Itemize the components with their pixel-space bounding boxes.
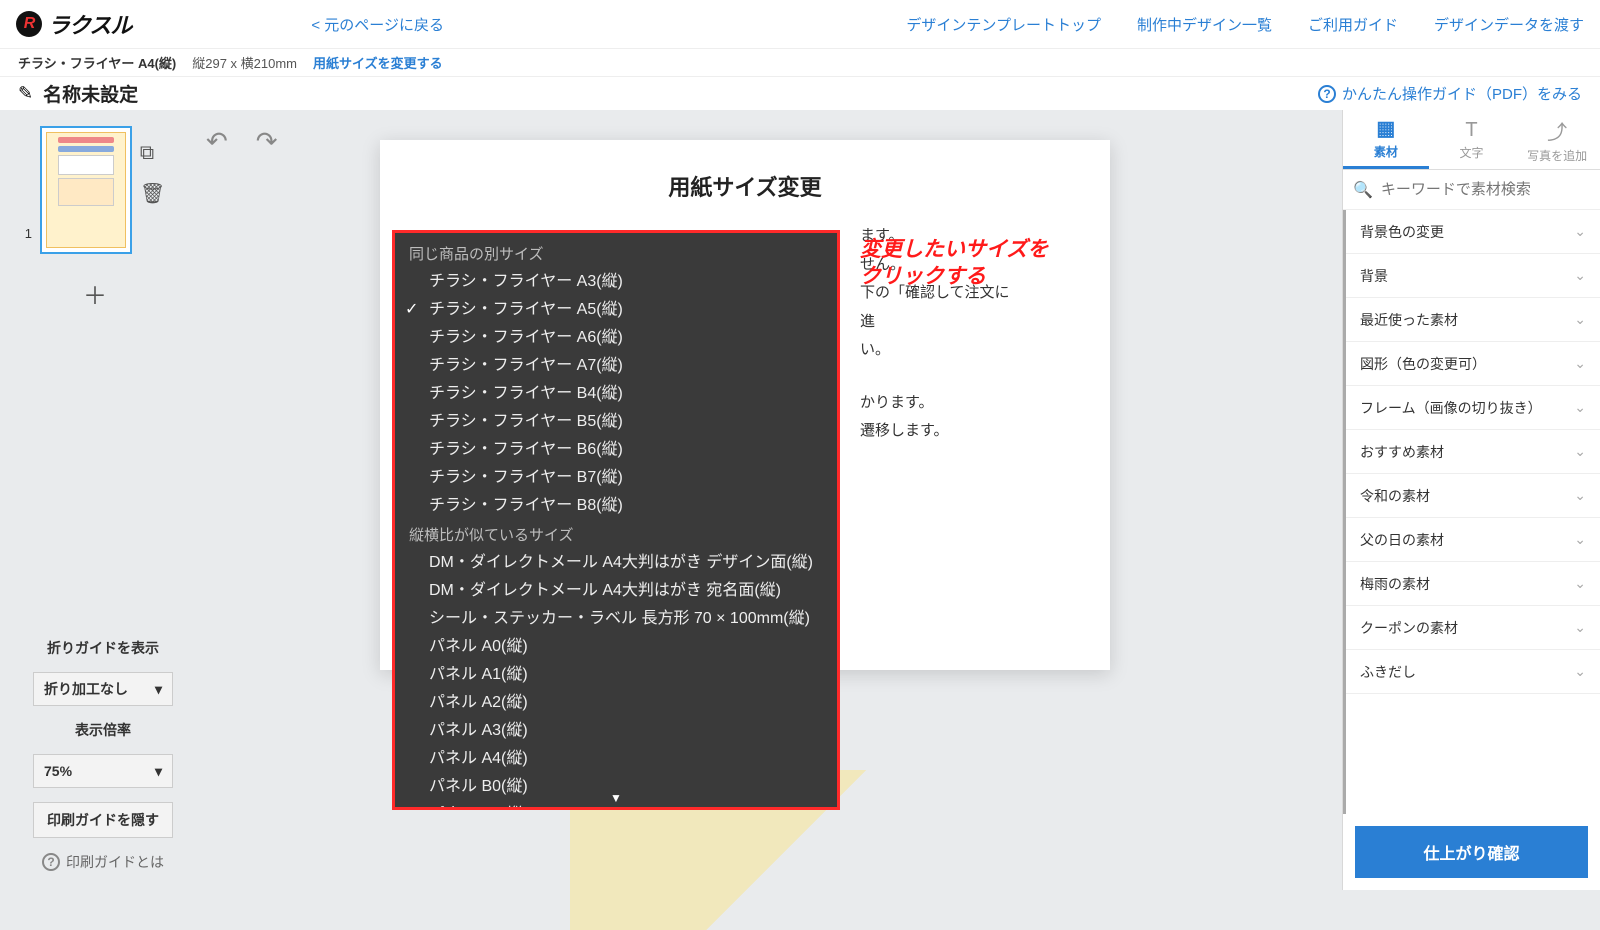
dropdown-item[interactable]: パネル A3(縦) bbox=[395, 717, 837, 745]
text-icon: T bbox=[1465, 119, 1477, 142]
dropdown-item[interactable]: チラシ・フライヤー A3(縦) bbox=[395, 268, 837, 296]
tab-materials[interactable]: ▦素材 bbox=[1343, 110, 1429, 169]
material-category[interactable]: 図形（色の変更可）⌄ bbox=[1346, 342, 1600, 386]
dropdown-item[interactable]: パネル A4(縦) bbox=[395, 745, 837, 773]
dropdown-item[interactable]: チラシ・フライヤー B6(縦) bbox=[395, 436, 837, 464]
material-category-list[interactable]: 背景色の変更⌄背景⌄最近使った素材⌄図形（色の変更可）⌄フレーム（画像の切り抜き… bbox=[1343, 210, 1600, 814]
dropdown-item[interactable]: DM・ダイレクトメール A4大判はがき 宛名面(縦) bbox=[395, 577, 837, 605]
pencil-icon[interactable]: ✎ bbox=[18, 83, 33, 104]
sub-bar: チラシ・フライヤー A4(縦) 縦297 x 横210mm 用紙サイズを変更する bbox=[0, 48, 1600, 76]
left-bottom-controls: 折りガイドを表示 折り加工なし▾ 表示倍率 75%▾ 印刷ガイドを隠す ?印刷ガ… bbox=[18, 638, 188, 872]
change-paper-size-link[interactable]: 用紙サイズを変更する bbox=[313, 53, 443, 72]
chevron-down-icon: ⌄ bbox=[1574, 487, 1586, 504]
chevron-down-icon: ⌄ bbox=[1574, 399, 1586, 416]
material-category[interactable]: クーポンの素材⌄ bbox=[1346, 606, 1600, 650]
add-page-button[interactable]: ＋ bbox=[83, 276, 107, 311]
nav-handoff[interactable]: デザインデータを渡す bbox=[1434, 14, 1584, 35]
upload-icon: ⤴ bbox=[1547, 116, 1567, 145]
chevron-down-icon: ▾ bbox=[155, 681, 162, 698]
paper-size-dropdown[interactable]: 同じ商品の別サイズチラシ・フライヤー A3(縦)チラシ・フライヤー A5(縦)チ… bbox=[392, 230, 840, 810]
nav-in-progress[interactable]: 制作中デザイン一覧 bbox=[1137, 14, 1272, 35]
chevron-down-icon: ⌄ bbox=[1574, 311, 1586, 328]
chevron-down-icon: ⌄ bbox=[1574, 619, 1586, 636]
logo[interactable]: Rラクスル bbox=[16, 8, 131, 40]
dropdown-item[interactable]: チラシ・フライヤー B4(縦) bbox=[395, 380, 837, 408]
zoom-label: 表示倍率 bbox=[75, 720, 131, 740]
chevron-down-icon: ▾ bbox=[155, 763, 162, 780]
material-category[interactable]: ふきだし⌄ bbox=[1346, 650, 1600, 694]
page-thumbnail-preview bbox=[46, 132, 126, 248]
page-number: 1 bbox=[25, 226, 32, 241]
annotation-text: 変更したいサイズを クリックする bbox=[860, 236, 1048, 291]
dropdown-group-label: 同じ商品の別サイズ bbox=[395, 239, 837, 268]
trash-icon[interactable]: 🗑 bbox=[140, 181, 165, 206]
dropdown-item[interactable]: チラシ・フライヤー B5(縦) bbox=[395, 408, 837, 436]
dropdown-item[interactable]: チラシ・フライヤー A6(縦) bbox=[395, 324, 837, 352]
question-icon: ? bbox=[1318, 85, 1336, 103]
chevron-down-icon: ⌄ bbox=[1574, 443, 1586, 460]
chevron-down-icon: ⌄ bbox=[1574, 575, 1586, 592]
easy-guide-link[interactable]: ?かんたん操作ガイド（PDF）をみる bbox=[1318, 83, 1582, 104]
redo-icon[interactable]: ↷ bbox=[256, 126, 278, 157]
material-category[interactable]: 令和の素材⌄ bbox=[1346, 474, 1600, 518]
material-category[interactable]: 背景⌄ bbox=[1346, 254, 1600, 298]
top-bar: Rラクスル < 元のページに戻る デザインテンプレートトップ 制作中デザイン一覧… bbox=[0, 0, 1600, 48]
modal-title: 用紙サイズ変更 bbox=[410, 170, 1080, 202]
materials-icon: ▦ bbox=[1376, 116, 1395, 141]
dropdown-item[interactable]: DM・ダイレクトメール A4大判はがき デザイン面(縦) bbox=[395, 549, 837, 577]
top-nav: デザインテンプレートトップ 制作中デザイン一覧 ご利用ガイド デザインデータを渡… bbox=[906, 14, 1584, 35]
material-category[interactable]: おすすめ素材⌄ bbox=[1346, 430, 1600, 474]
dropdown-item[interactable]: チラシ・フライヤー A5(縦) bbox=[395, 296, 837, 324]
logo-text: ラクスル bbox=[48, 8, 131, 40]
confirm-preview-button[interactable]: 仕上がり確認 bbox=[1355, 826, 1588, 878]
nav-templates-top[interactable]: デザインテンプレートトップ bbox=[906, 14, 1101, 35]
dropdown-item[interactable]: パネル A0(縦) bbox=[395, 633, 837, 661]
material-category[interactable]: フレーム（画像の切り抜き）⌄ bbox=[1346, 386, 1600, 430]
material-category[interactable]: 最近使った素材⌄ bbox=[1346, 298, 1600, 342]
duplicate-icon[interactable]: ⧉ bbox=[140, 142, 165, 165]
nav-guide[interactable]: ご利用ガイド bbox=[1308, 14, 1398, 35]
right-panel: ▦素材 T文字 ⤴写真を追加 🔍 背景色の変更⌄背景⌄最近使った素材⌄図形（色の… bbox=[1342, 110, 1600, 890]
chevron-down-icon: ⌄ bbox=[1574, 531, 1586, 548]
dropdown-item[interactable]: チラシ・フライヤー B8(縦) bbox=[395, 492, 837, 520]
dropdown-item[interactable]: シール・ステッカー・ラベル 長方形 70 × 100mm(縦) bbox=[395, 605, 837, 633]
zoom-select[interactable]: 75%▾ bbox=[33, 754, 173, 788]
chevron-down-icon: ⌄ bbox=[1574, 223, 1586, 240]
print-guide-help[interactable]: ?印刷ガイドとは bbox=[42, 852, 164, 872]
chevron-down-icon: ⌄ bbox=[1574, 355, 1586, 372]
tab-text[interactable]: T文字 bbox=[1429, 110, 1515, 169]
tab-photo[interactable]: ⤴写真を追加 bbox=[1514, 110, 1600, 169]
product-name: チラシ・フライヤー A4(縦) bbox=[18, 53, 176, 72]
back-link[interactable]: < 元のページに戻る bbox=[311, 14, 444, 35]
fold-guide-label: 折りガイドを表示 bbox=[47, 638, 159, 658]
dropdown-item[interactable]: チラシ・フライヤー A7(縦) bbox=[395, 352, 837, 380]
dropdown-group-label: 縦横比が似ているサイズ bbox=[395, 520, 837, 549]
dropdown-item[interactable]: チラシ・フライヤー B7(縦) bbox=[395, 464, 837, 492]
chevron-down-icon: ⌄ bbox=[1574, 267, 1586, 284]
chevron-down-icon[interactable]: ▼ bbox=[610, 791, 622, 805]
product-dimensions: 縦297 x 横210mm bbox=[192, 53, 297, 72]
chevron-down-icon: ⌄ bbox=[1574, 663, 1586, 680]
material-category[interactable]: 背景色の変更⌄ bbox=[1346, 210, 1600, 254]
dropdown-item[interactable]: パネル A1(縦) bbox=[395, 661, 837, 689]
material-search[interactable]: 🔍 bbox=[1343, 170, 1600, 210]
undo-icon[interactable]: ↶ bbox=[206, 126, 228, 157]
right-panel-tabs: ▦素材 T文字 ⤴写真を追加 bbox=[1343, 110, 1600, 170]
material-category[interactable]: 梅雨の素材⌄ bbox=[1346, 562, 1600, 606]
logo-badge-icon: R bbox=[16, 11, 42, 37]
material-category[interactable]: 父の日の素材⌄ bbox=[1346, 518, 1600, 562]
dropdown-item[interactable]: パネル A2(縦) bbox=[395, 689, 837, 717]
title-row: ✎ 名称未設定 ?かんたん操作ガイド（PDF）をみる bbox=[0, 76, 1600, 110]
fold-guide-select[interactable]: 折り加工なし▾ bbox=[33, 672, 173, 706]
search-input[interactable] bbox=[1381, 181, 1590, 198]
search-icon: 🔍 bbox=[1353, 180, 1373, 200]
question-icon: ? bbox=[42, 853, 60, 871]
design-title[interactable]: 名称未設定 bbox=[43, 80, 138, 107]
hide-print-guide-button[interactable]: 印刷ガイドを隠す bbox=[33, 802, 173, 838]
page-thumbnail[interactable] bbox=[40, 126, 132, 254]
